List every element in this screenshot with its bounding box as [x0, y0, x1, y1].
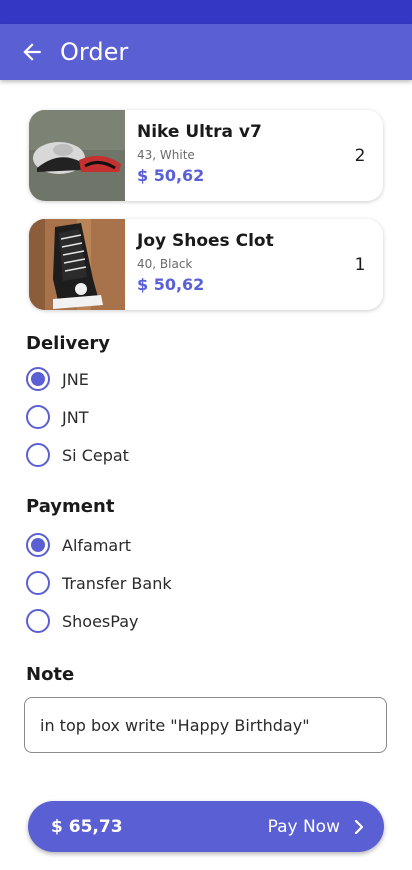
delivery-title: Delivery — [26, 333, 111, 354]
delivery-option-jnt[interactable]: JNT — [26, 404, 88, 430]
delivery-option-label: Si Cepat — [62, 445, 129, 465]
product-variant: 40, Black — [137, 257, 193, 271]
payment-title: Payment — [26, 496, 115, 517]
app-bar: Order — [0, 24, 412, 80]
back-button[interactable] — [12, 32, 52, 72]
chevron-right-icon — [354, 819, 368, 834]
page-title: Order — [60, 38, 129, 66]
product-quantity: 2 — [354, 145, 366, 166]
radio-button[interactable] — [26, 405, 50, 429]
payment-option-label: Transfer Bank — [62, 573, 172, 593]
delivery-option-label: JNE — [62, 369, 89, 389]
note-title: Note — [26, 664, 75, 685]
product-name: Nike Ultra v7 — [137, 122, 262, 142]
radio-button[interactable] — [26, 443, 50, 467]
radio-selected-dot — [31, 372, 45, 386]
payment-option-transfer-bank[interactable]: Transfer Bank — [26, 570, 172, 596]
product-image — [29, 219, 125, 310]
payment-option-label: Alfamart — [62, 535, 132, 555]
product-price: $ 50,62 — [137, 166, 205, 185]
delivery-option-jne[interactable]: JNE — [26, 366, 89, 392]
payment-option-shoespay[interactable]: ShoesPay — [26, 608, 138, 634]
pay-now-button[interactable]: $ 65,73 Pay Now — [28, 801, 384, 852]
radio-button[interactable] — [26, 609, 50, 633]
product-price: $ 50,62 — [137, 275, 205, 294]
product-name: Joy Shoes Clot — [137, 231, 274, 251]
payment-option-alfamart[interactable]: Alfamart — [26, 532, 131, 558]
radio-button[interactable] — [26, 571, 50, 595]
order-total: $ 65,73 — [51, 816, 123, 837]
radio-button[interactable] — [26, 533, 50, 557]
pay-now-label: Pay Now — [267, 816, 340, 837]
product-variant: 43, White — [137, 148, 195, 162]
status-bar — [0, 0, 412, 24]
cart-item[interactable]: Joy Shoes Clot 40, Black $ 50,62 1 — [29, 219, 383, 310]
cart-item[interactable]: Nike Ultra v7 43, White $ 50,62 2 — [29, 110, 383, 201]
product-quantity: 1 — [354, 254, 366, 275]
radio-button[interactable] — [26, 367, 50, 391]
product-image — [29, 110, 125, 201]
delivery-option-si-cepat[interactable]: Si Cepat — [26, 442, 129, 468]
radio-selected-dot — [31, 538, 45, 552]
delivery-option-label: JNT — [62, 407, 89, 427]
arrow-back-icon — [23, 43, 41, 61]
note-input[interactable] — [24, 697, 387, 753]
payment-option-label: ShoesPay — [62, 611, 139, 631]
